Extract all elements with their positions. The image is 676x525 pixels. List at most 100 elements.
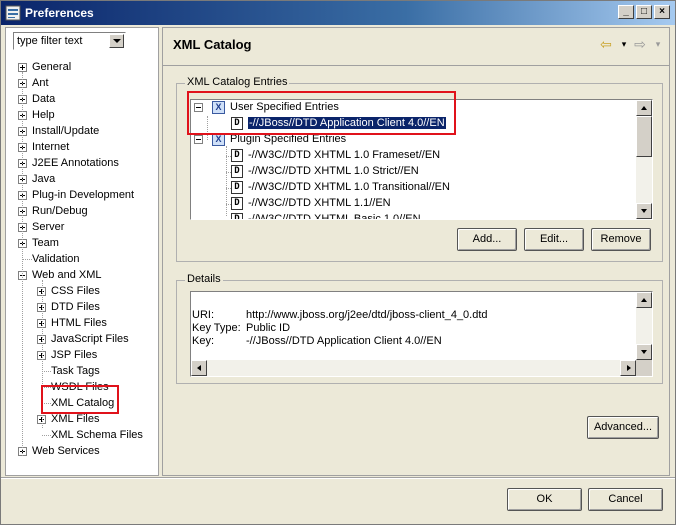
advanced-button-label: Advanced... (593, 421, 653, 433)
tree-item-label: Internet (32, 141, 70, 153)
details-row: Key: -//JBoss//DTD Application Client 4.0… (192, 335, 442, 347)
tree-item[interactable]: Team (6, 235, 156, 251)
tree-item[interactable]: DTD Files (6, 299, 156, 315)
add-button[interactable]: Add... (457, 228, 517, 251)
scroll-right-icon[interactable] (620, 360, 636, 376)
tree-item[interactable]: Internet (6, 139, 156, 155)
tree-item[interactable]: Plug-in Development (6, 187, 156, 203)
forward-menu-chevron-icon[interactable]: ▾ (649, 36, 667, 52)
tree-item[interactable]: Web and XML (6, 267, 156, 283)
details-horizontal-scrollbar[interactable] (191, 360, 636, 376)
plugin-entry[interactable]: -//W3C//DTD XHTML 1.0 Strict//EN (248, 165, 419, 177)
tree-item[interactable]: JSP Files (6, 347, 156, 363)
details-value: -//JBoss//DTD Application Client 4.0//EN (246, 335, 442, 347)
remove-button[interactable]: Remove (591, 228, 651, 251)
tree-item-label: Task Tags (51, 365, 100, 377)
forward-arrow-icon[interactable]: ⇨ (631, 36, 649, 52)
edit-button-label: Edit... (539, 233, 569, 245)
filter-input[interactable]: type filter text (14, 35, 109, 47)
plugin-entry[interactable]: -//W3C//DTD XHTML 1.1//EN (248, 197, 391, 209)
tree-item[interactable]: J2EE Annotations (6, 155, 156, 171)
window-title: Preferences (25, 6, 94, 20)
ok-button-label: OK (536, 493, 553, 505)
tree-item[interactable]: Java (6, 171, 156, 187)
tree-item-label: HTML Files (51, 317, 107, 329)
tree-item-label: Install/Update (32, 125, 100, 137)
scrollbar-corner (636, 360, 652, 376)
scroll-left-icon[interactable] (191, 360, 207, 376)
remove-button-label: Remove (600, 233, 642, 245)
tree-item-label: DTD Files (51, 301, 100, 313)
back-arrow-icon[interactable]: ⇦ (597, 36, 615, 52)
filter-combo[interactable]: type filter text (13, 32, 126, 50)
tree-item[interactable]: Ant (6, 75, 156, 91)
tree-connector (22, 72, 23, 456)
catalog-entries-group-label: XML Catalog Entries (185, 76, 290, 88)
dtd-entry-icon: D (231, 165, 243, 178)
details-key: Key: (192, 335, 215, 347)
details-value: Public ID (246, 322, 291, 334)
cancel-button[interactable]: Cancel (588, 488, 663, 511)
tree-item-label: Validation (32, 253, 80, 265)
advanced-button[interactable]: Advanced... (587, 416, 659, 439)
scroll-down-icon[interactable] (636, 344, 652, 360)
details-text-area[interactable]: URI: http://www.jboss.org/j2ee/dtd/jboss-… (190, 291, 653, 377)
tree-item[interactable]: Validation (6, 251, 156, 267)
tree-connector (42, 435, 51, 436)
plugin-entry[interactable]: -//W3C//DTD XHTML 1.0 Frameset//EN (248, 149, 440, 161)
details-row: URI: http://www.jboss.org/j2ee/dtd/jboss-… (192, 309, 488, 321)
details-key: Key Type: (192, 322, 241, 334)
tree-item[interactable]: Task Tags (6, 363, 156, 379)
tree-item[interactable]: CSS Files (6, 283, 156, 299)
details-vertical-scrollbar[interactable] (636, 292, 652, 360)
filter-dropdown-icon[interactable] (109, 34, 124, 48)
tree-item-label: J2EE Annotations (32, 157, 119, 169)
close-button[interactable]: × (654, 5, 670, 19)
tree-item-label: Java (32, 173, 56, 185)
add-button-label: Add... (472, 233, 502, 245)
edit-button[interactable]: Edit... (524, 228, 584, 251)
tree-connector (23, 259, 32, 260)
tree-item[interactable]: Help (6, 107, 156, 123)
details-group-label: Details (185, 273, 223, 285)
tree-item[interactable]: JavaScript Files (6, 331, 156, 347)
tree-item[interactable]: XML Schema Files (6, 427, 156, 443)
tree-item-label: General (32, 61, 72, 73)
tree-item-label: JSP Files (51, 349, 98, 361)
details-row: Key Type: Public ID (192, 322, 290, 334)
tree-item[interactable]: Server (6, 219, 156, 235)
scroll-down-icon[interactable] (636, 203, 652, 219)
tree-item-label: CSS Files (51, 285, 100, 297)
preferences-app-icon (5, 5, 21, 21)
preferences-dialog: Preferences _ □ × type filter text Gener… (0, 0, 676, 525)
collapse-plugin-entries-icon[interactable] (194, 135, 203, 144)
tree-item[interactable]: Web Services (6, 443, 156, 459)
cancel-button-label: Cancel (608, 493, 643, 505)
plugin-entry[interactable]: -//W3C//DTD XHTML 1.0 Transitional//EN (248, 181, 450, 193)
tree-item[interactable]: Run/Debug (6, 203, 156, 219)
maximize-button[interactable]: □ (636, 5, 652, 19)
tree-item[interactable]: Data (6, 91, 156, 107)
tree-item[interactable]: HTML Files (6, 315, 156, 331)
scroll-thumb[interactable] (636, 116, 652, 157)
highlight-xml-catalog (41, 385, 119, 414)
tree-item[interactable]: Install/Update (6, 123, 156, 139)
catalog-vertical-scrollbar[interactable] (636, 100, 652, 219)
plugin-entry[interactable]: -//W3C//DTD XHTML Basic 1.0//EN (248, 213, 421, 219)
dtd-entry-icon: D (231, 181, 243, 194)
tree-item-label: Data (32, 93, 56, 105)
details-group: Details URI: http://www.jboss.org/j2ee/dt… (176, 273, 663, 384)
page-header: XML Catalog ⇦ ▾ ⇨ ▾ (163, 28, 669, 66)
scroll-up-icon[interactable] (636, 100, 652, 116)
tree-item[interactable]: General (6, 59, 156, 75)
tree-item-label: XML Schema Files (51, 429, 143, 441)
details-value: http://www.jboss.org/j2ee/dtd/jboss-clie… (246, 309, 488, 321)
minimize-button[interactable]: _ (618, 5, 634, 19)
expand-icon[interactable] (18, 63, 27, 72)
tree-item-label: Web Services (32, 445, 100, 457)
dtd-entry-icon: D (231, 213, 243, 219)
title-bar[interactable]: Preferences _ □ × (1, 1, 675, 25)
ok-button[interactable]: OK (507, 488, 582, 511)
tree-item-label: Server (32, 221, 65, 233)
scroll-up-icon[interactable] (636, 292, 652, 308)
